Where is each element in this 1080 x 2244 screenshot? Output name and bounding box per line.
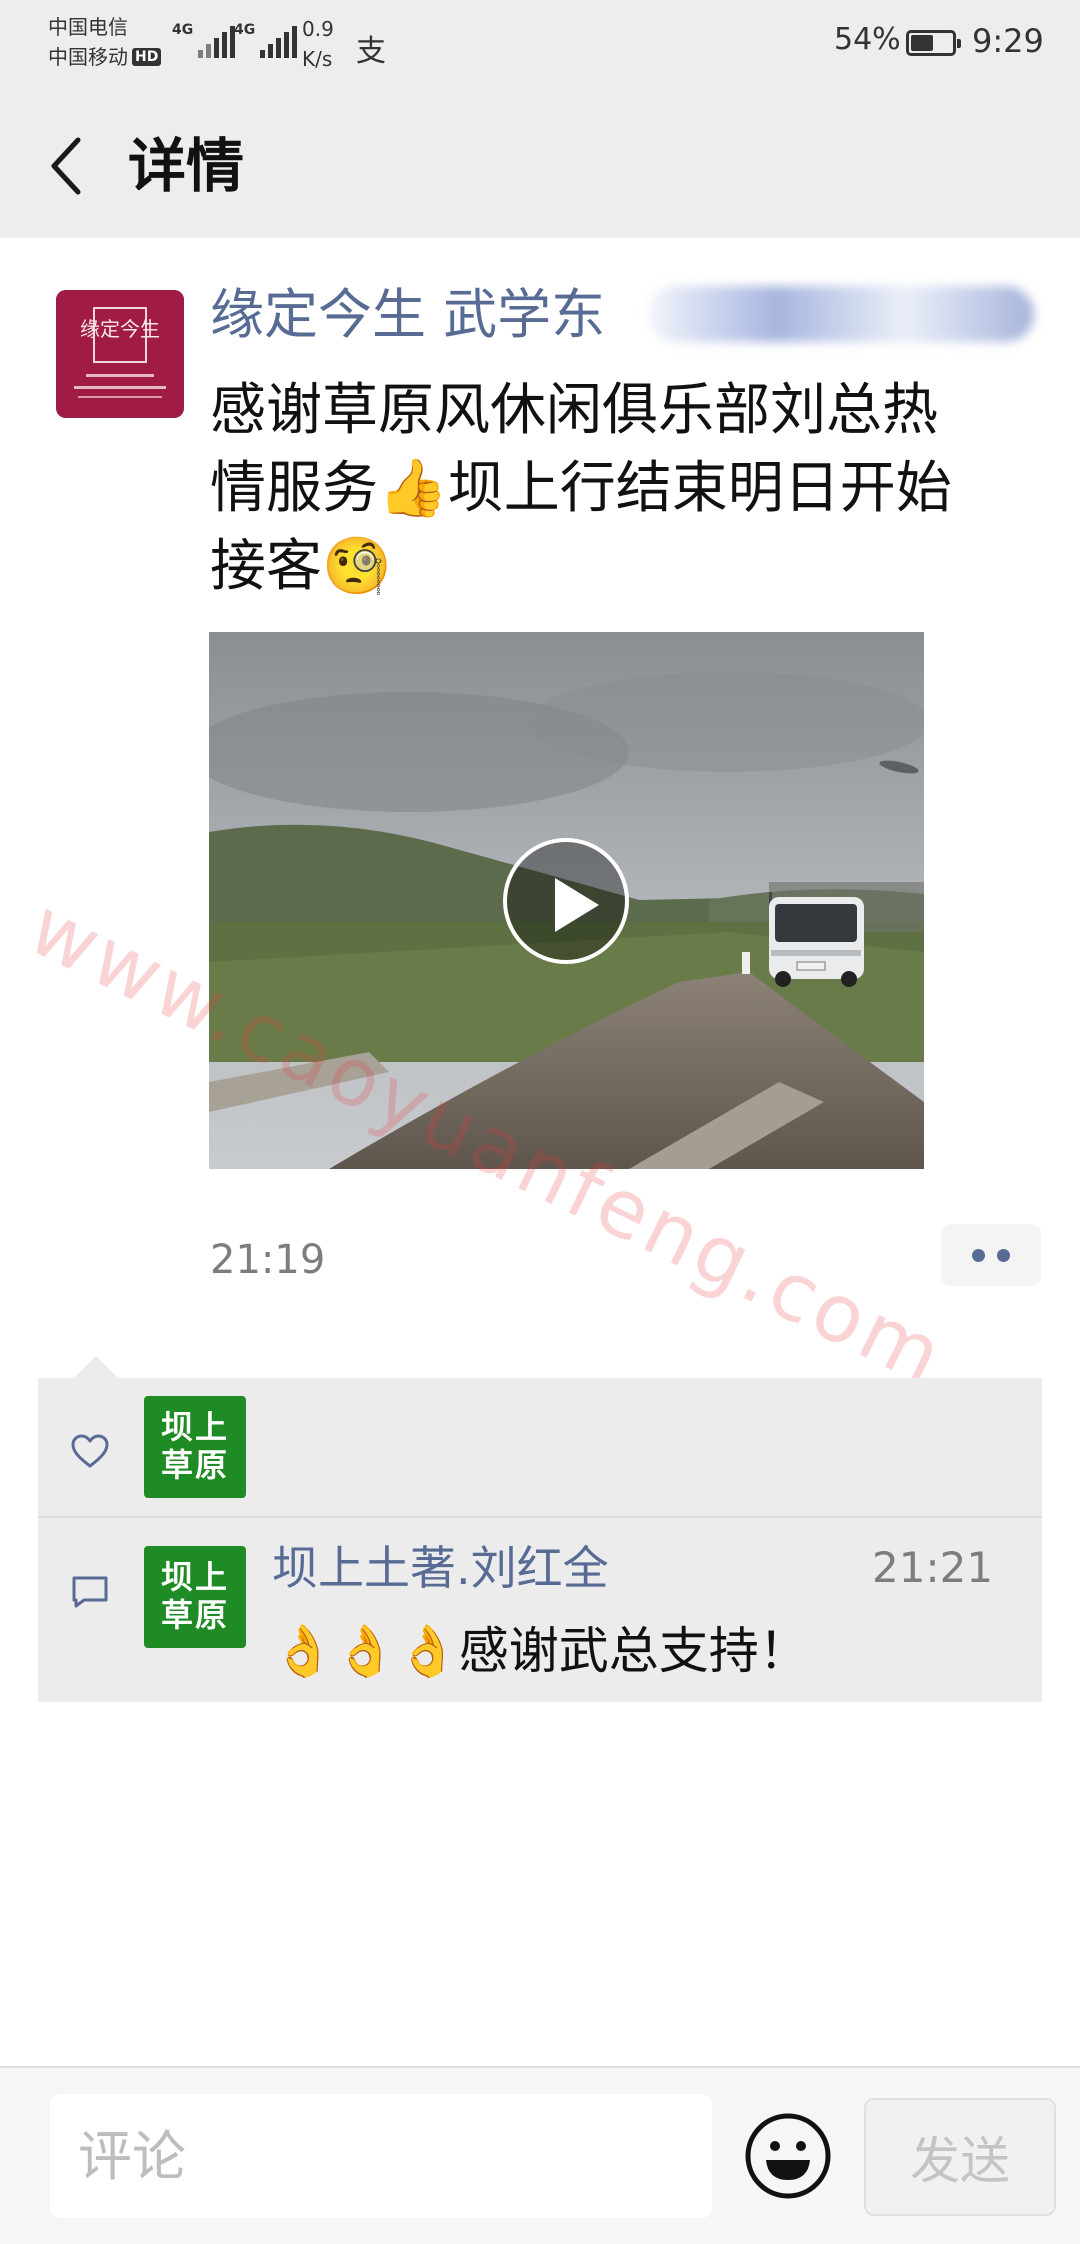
more-button[interactable] [941,1224,1041,1286]
signal-strength-icon: 4G [234,22,298,58]
chevron-left-icon [51,137,81,195]
commenter-avatar[interactable]: 坝上 草原 [144,1546,246,1648]
network-speed: 0.9 K/s [302,14,334,74]
commenter-name[interactable]: 坝上土著.刘红全 [272,1536,609,1600]
smiley-face-icon[interactable] [744,2112,832,2200]
post-author-name[interactable]: 缘定今生 武学东 [210,280,605,350]
post-text-line: 感谢草原风休闲俱乐部刘总热 [210,378,938,443]
post-text: 感谢草原风休闲俱乐部刘总热 情服务👍坝上行结束明日开始 接客🧐 [210,372,1040,606]
avatar-logo-text: 缘定今生 [80,317,160,341]
net-speed-value: 0.9 [302,17,334,41]
play-button[interactable] [503,838,629,964]
divider [38,1516,1042,1518]
comment-time: 21:21 [872,1543,994,1592]
alipay-icon: 支 [356,34,386,69]
heart-outline-icon [71,1434,109,1468]
post-text-line: 情服务👍坝上行结束明日开始 [210,456,952,521]
signal-1-label: 4G [172,22,194,38]
status-bar: 中国电信 中国移动 HD 4G 4G 0.9 K/s 支 54% 9:29 [0,0,1080,96]
play-icon [555,878,599,932]
battery-icon [906,30,961,56]
comment-bar: 发送 [0,2066,1080,2244]
more-dots-icon [997,1248,1010,1262]
comment-text[interactable]: 👌👌👌感谢武总支持！ [272,1616,809,1686]
commenter-avatar-line: 坝上 [160,1558,229,1596]
more-dots-icon [972,1248,985,1262]
net-speed-unit: K/s [302,47,333,71]
signal-strength-icon: 4G [172,22,236,58]
battery-percent: 54% [834,22,901,57]
status-time: 9:29 [972,22,1044,60]
like-avatar-line: 草原 [160,1446,229,1484]
signal-2-label: 4G [234,22,256,38]
hd-badge: HD [132,48,162,66]
post-text-line: 接客🧐 [210,534,392,599]
interaction-panel: 坝上 草原 坝上 草原 坝上土著.刘红全 21:21 👌👌👌感谢武总支持！ [38,1356,1042,1702]
comment-bubble-icon [72,1576,108,1608]
avatar-logo: 缘定今生 [56,290,184,418]
carrier-info: 中国电信 中国移动 HD [48,12,162,72]
post-time: 21:19 [210,1237,326,1283]
author-avatar[interactable]: 缘定今生 [56,290,184,418]
page-title: 详情 [128,132,245,200]
carrier-2: 中国移动 [48,45,128,69]
like-avatar[interactable]: 坝上 草原 [144,1396,246,1498]
send-button[interactable]: 发送 [864,2098,1056,2216]
commenter-avatar-line: 草原 [160,1596,229,1634]
nav-bar: 详情 [0,96,1080,238]
carrier-1: 中国电信 [48,15,128,39]
comment-input[interactable] [50,2094,712,2218]
redacted-name-blur [648,286,1034,342]
bus-shape [769,897,864,987]
like-avatar-line: 坝上 [160,1408,229,1446]
back-button[interactable] [36,126,96,206]
battery-fill [911,35,933,51]
